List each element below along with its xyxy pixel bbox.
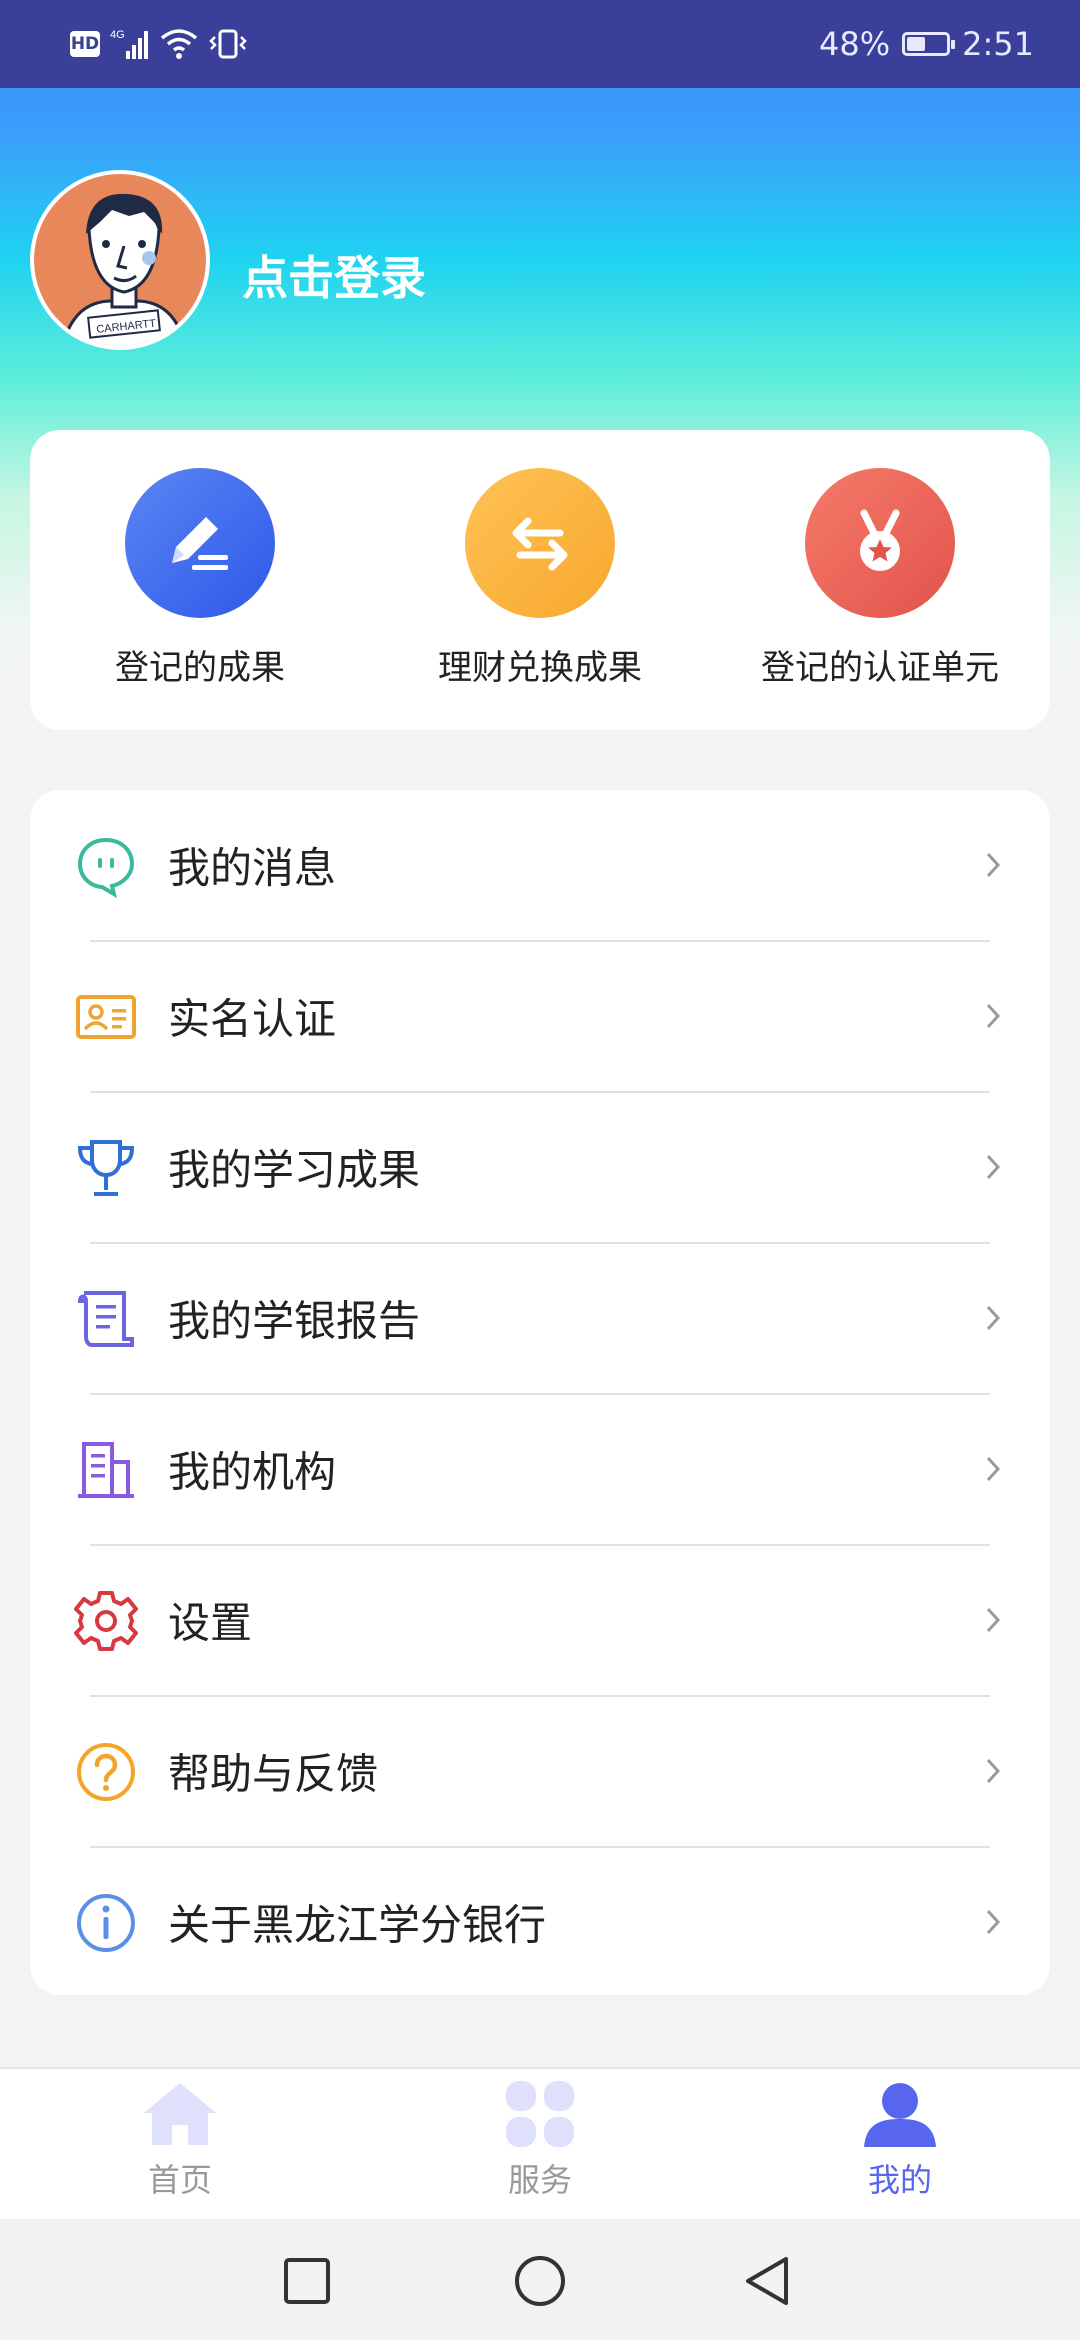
menu-item-learning-achievements[interactable]: 我的学习成果 (30, 1092, 1050, 1242)
login-link[interactable]: 点击登录 (242, 242, 426, 308)
avatar-illustration: CARHARTT (61, 193, 187, 346)
menu-list: 我的消息 实名认证 我的学习成果 我的学银报告 我的机构 设置 帮助与反馈 关于… (30, 790, 1050, 1995)
battery-icon (902, 32, 956, 56)
menu-item-label: 我的机构 (168, 1447, 337, 1497)
chevron-right-icon (986, 1758, 1001, 1784)
back-icon[interactable] (742, 2255, 792, 2307)
quick-actions-card: 登记的成果 理财兑换成果 登记的认证单元 (30, 430, 1050, 730)
recents-icon[interactable] (283, 2257, 331, 2305)
menu-item-xueyin-report[interactable]: 我的学银报告 (30, 1243, 1050, 1393)
user-icon (864, 2083, 936, 2147)
menu-item-label: 我的消息 (168, 843, 337, 893)
quick-action-label: 登记的成果 (115, 648, 285, 688)
tab-services[interactable]: 服务 (440, 2079, 640, 2201)
battery-percent: 48% (819, 25, 891, 63)
menu-item-label: 实名认证 (168, 994, 337, 1044)
home-button-icon[interactable] (514, 2255, 566, 2307)
vibrate-icon (209, 29, 247, 59)
quick-action-certification-units[interactable]: 登记的认证单元 (720, 430, 1040, 689)
help-icon (77, 1743, 135, 1801)
menu-item-label: 我的学银报告 (168, 1296, 421, 1346)
message-icon (77, 837, 135, 898)
tab-home[interactable]: 首页 (80, 2079, 280, 2201)
chevron-right-icon (986, 1154, 1001, 1180)
avatar[interactable]: CARHARTT (30, 170, 210, 350)
trophy-icon (77, 1140, 135, 1196)
menu-item-messages[interactable]: 我的消息 (30, 790, 1050, 940)
exchange-icon (465, 468, 615, 618)
menu-item-settings[interactable]: 设置 (30, 1545, 1050, 1695)
quick-action-label: 登记的认证单元 (761, 648, 999, 688)
info-icon (77, 1894, 135, 1952)
chevron-right-icon (986, 1909, 1001, 1935)
menu-item-label: 设置 (168, 1598, 253, 1648)
status-right: 48% 2:51 (819, 22, 1034, 66)
chevron-right-icon (986, 1607, 1001, 1633)
chevron-right-icon (986, 1456, 1001, 1482)
tab-label: 我的 (867, 2161, 932, 2199)
menu-item-label: 我的学习成果 (168, 1145, 421, 1195)
quick-action-label: 理财兑换成果 (438, 648, 642, 688)
network-type-label: 4G (110, 29, 125, 41)
system-navigation-bar (0, 2219, 1080, 2340)
status-bar: HD 4G 48% 2:51 (0, 0, 1080, 88)
bottom-tab-bar: 首页 服务 我的 (0, 2067, 1080, 2219)
clock: 2:51 (962, 25, 1034, 63)
quick-action-finance-exchange[interactable]: 理财兑换成果 (380, 430, 700, 689)
menu-item-about[interactable]: 关于黑龙江学分银行 (30, 1847, 1050, 1997)
medal-icon (805, 468, 955, 618)
battery-level-fill (907, 37, 926, 51)
signal-icon: 4G (110, 29, 148, 59)
status-indicators: HD 4G (70, 22, 248, 66)
menu-item-label: 关于黑龙江学分银行 (168, 1900, 547, 1950)
chevron-right-icon (986, 1003, 1001, 1029)
id-card-icon (76, 995, 136, 1039)
quick-action-registered-achievements[interactable]: 登记的成果 (40, 430, 360, 689)
menu-item-label: 帮助与反馈 (168, 1749, 379, 1799)
hd-icon: HD (70, 31, 100, 57)
tab-label: 首页 (147, 2161, 212, 2199)
home-icon (144, 2083, 216, 2145)
chevron-right-icon (986, 852, 1001, 878)
edit-icon (125, 468, 275, 618)
menu-item-help-feedback[interactable]: 帮助与反馈 (30, 1696, 1050, 1846)
chevron-right-icon (986, 1305, 1001, 1331)
menu-item-real-name-verification[interactable]: 实名认证 (30, 941, 1050, 1091)
grid-icon (506, 2081, 574, 2147)
wifi-icon (160, 29, 198, 59)
tab-mine[interactable]: 我的 (800, 2079, 1000, 2201)
menu-item-my-institution[interactable]: 我的机构 (30, 1394, 1050, 1544)
report-scroll-icon (77, 1291, 134, 1347)
building-icon (78, 1442, 134, 1498)
tab-label: 服务 (507, 2161, 572, 2199)
gear-icon (74, 1591, 138, 1651)
